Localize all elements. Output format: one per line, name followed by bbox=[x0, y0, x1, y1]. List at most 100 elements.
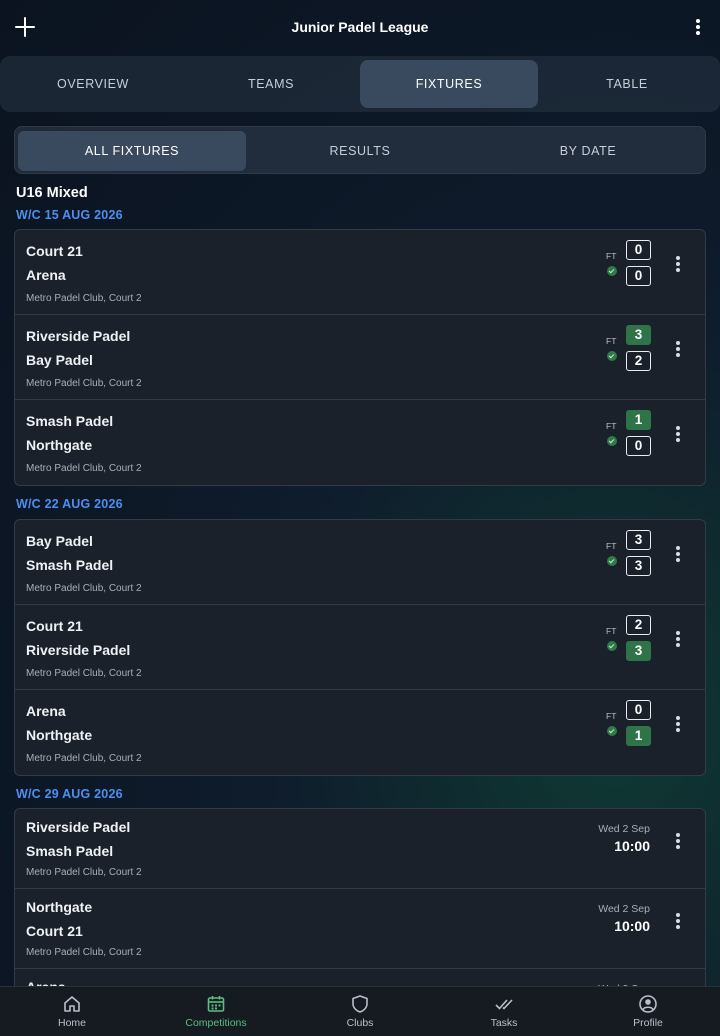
bottom-nav: Home Competitions Clubs Tasks Profile bbox=[0, 986, 720, 1036]
nav-tasks[interactable]: Tasks bbox=[432, 987, 576, 1036]
tab-fixtures[interactable]: FIXTURES bbox=[360, 60, 538, 108]
user-circle-icon bbox=[639, 995, 657, 1013]
fixture-row[interactable]: Court 21 Arena Metro Padel Club, Court 2… bbox=[15, 230, 705, 315]
fixture-row[interactable]: Northgate Court 21 Metro Padel Club, Cou… bbox=[15, 889, 705, 969]
shield-icon bbox=[352, 995, 368, 1013]
away-score: 0 bbox=[626, 266, 651, 286]
home-team: Bay Padel bbox=[26, 533, 93, 549]
nav-competitions[interactable]: Competitions bbox=[144, 987, 288, 1036]
tab-overview[interactable]: OVERVIEW bbox=[4, 60, 182, 108]
check-circle-icon bbox=[607, 351, 617, 361]
week-heading: W/C 29 AUG 2026 bbox=[16, 787, 123, 801]
status-label: FT bbox=[606, 711, 617, 721]
nav-label: Home bbox=[57, 1017, 86, 1029]
venue: Metro Padel Club, Court 2 bbox=[26, 378, 142, 389]
more-vertical-icon[interactable] bbox=[672, 424, 684, 444]
nav-home[interactable]: Home bbox=[0, 987, 144, 1036]
more-vertical-icon[interactable] bbox=[672, 544, 684, 564]
fixture-date: Wed 2 Sep bbox=[598, 823, 650, 835]
home-score: 3 bbox=[626, 325, 651, 345]
home-team: Northgate bbox=[26, 899, 93, 915]
check-circle-icon bbox=[607, 556, 617, 566]
more-vertical-icon[interactable] bbox=[672, 831, 684, 851]
home-team: Smash Padel bbox=[26, 413, 114, 429]
home-score: 0 bbox=[626, 700, 651, 720]
away-team: Arena bbox=[26, 267, 66, 283]
calendar-icon bbox=[207, 996, 225, 1012]
status-label: FT bbox=[606, 541, 617, 551]
fixture-row[interactable]: Riverside Padel Smash Padel Metro Padel … bbox=[15, 809, 705, 889]
nav-profile[interactable]: Profile bbox=[576, 987, 720, 1036]
more-vertical-icon[interactable] bbox=[672, 911, 684, 931]
filter-by-date[interactable]: BY DATE bbox=[474, 131, 702, 171]
status-label: FT bbox=[606, 626, 617, 636]
status-label: FT bbox=[606, 336, 617, 346]
status-label: FT bbox=[606, 251, 617, 261]
check-circle-icon bbox=[607, 641, 617, 651]
home-team: Court 21 bbox=[26, 618, 83, 634]
home-score: 3 bbox=[626, 530, 651, 550]
more-vertical-icon[interactable] bbox=[672, 339, 684, 359]
nav-clubs[interactable]: Clubs bbox=[288, 987, 432, 1036]
fixture-card: Court 21 Arena Metro Padel Club, Court 2… bbox=[14, 229, 706, 486]
fixture-card: Bay Padel Smash Padel Metro Padel Club, … bbox=[14, 519, 706, 776]
filter-results[interactable]: RESULTS bbox=[246, 131, 474, 171]
home-icon bbox=[64, 996, 80, 1012]
away-team: Northgate bbox=[26, 727, 93, 743]
more-vertical-icon[interactable] bbox=[672, 254, 684, 274]
home-team: Riverside Padel bbox=[26, 328, 131, 344]
away-score: 2 bbox=[626, 351, 651, 371]
venue: Metro Padel Club, Court 2 bbox=[26, 463, 142, 474]
fixture-row[interactable]: Riverside Padel Bay Padel Metro Padel Cl… bbox=[15, 315, 705, 400]
week-heading: W/C 22 AUG 2026 bbox=[16, 497, 123, 511]
double-check-icon bbox=[495, 999, 513, 1010]
nav-label: Competitions bbox=[185, 1017, 247, 1029]
home-team: Riverside Padel bbox=[26, 819, 131, 835]
away-team: Court 21 bbox=[26, 923, 83, 939]
fixture-row[interactable]: Arena Northgate Metro Padel Club, Court … bbox=[15, 690, 705, 775]
away-score: 0 bbox=[626, 436, 651, 456]
home-score: 2 bbox=[626, 615, 651, 635]
fixture-card: Riverside Padel Smash Padel Metro Padel … bbox=[14, 808, 706, 1008]
check-circle-icon bbox=[607, 726, 617, 736]
fixture-time: 10:00 bbox=[614, 838, 650, 854]
home-score: 1 bbox=[626, 410, 651, 430]
nav-label: Clubs bbox=[346, 1017, 374, 1029]
away-team: Smash Padel bbox=[26, 557, 114, 573]
fixture-date: Wed 2 Sep bbox=[598, 903, 650, 915]
home-score: 0 bbox=[626, 240, 651, 260]
away-score: 3 bbox=[626, 641, 651, 661]
nav-label: Tasks bbox=[490, 1017, 518, 1029]
away-team: Smash Padel bbox=[26, 843, 114, 859]
app-bar: Junior Padel League bbox=[0, 0, 720, 56]
tab-teams[interactable]: TEAMS bbox=[182, 60, 360, 108]
fixture-row[interactable]: Smash Padel Northgate Metro Padel Club, … bbox=[15, 400, 705, 485]
venue: Metro Padel Club, Court 2 bbox=[26, 947, 142, 958]
home-team: Arena bbox=[26, 703, 66, 719]
fixtures-filter: ALL FIXTURES RESULTS BY DATE bbox=[14, 126, 706, 174]
more-vertical-icon[interactable] bbox=[672, 714, 684, 734]
page-title: Junior Padel League bbox=[291, 19, 429, 35]
more-vertical-icon[interactable] bbox=[692, 17, 704, 37]
nav-label: Profile bbox=[633, 1017, 663, 1029]
venue: Metro Padel Club, Court 2 bbox=[26, 753, 142, 764]
home-team: Court 21 bbox=[26, 243, 83, 259]
away-team: Riverside Padel bbox=[26, 642, 131, 658]
tab-table[interactable]: TABLE bbox=[538, 60, 716, 108]
check-circle-icon bbox=[607, 436, 617, 446]
main-tabs: OVERVIEW TEAMS FIXTURES TABLE bbox=[0, 56, 720, 112]
venue: Metro Padel Club, Court 2 bbox=[26, 293, 142, 304]
filter-all-fixtures[interactable]: ALL FIXTURES bbox=[18, 131, 246, 171]
away-team: Northgate bbox=[26, 437, 93, 453]
venue: Metro Padel Club, Court 2 bbox=[26, 867, 142, 878]
away-score: 1 bbox=[626, 726, 651, 746]
check-circle-icon bbox=[607, 266, 617, 276]
competition-title: U16 Mixed bbox=[16, 185, 88, 201]
fixture-time: 10:00 bbox=[614, 918, 650, 934]
fixture-row[interactable]: Bay Padel Smash Padel Metro Padel Club, … bbox=[15, 520, 705, 605]
week-heading: W/C 15 AUG 2026 bbox=[16, 208, 123, 222]
venue: Metro Padel Club, Court 2 bbox=[26, 583, 142, 594]
more-vertical-icon[interactable] bbox=[672, 629, 684, 649]
fixture-row[interactable]: Court 21 Riverside Padel Metro Padel Clu… bbox=[15, 605, 705, 690]
status-label: FT bbox=[606, 421, 617, 431]
